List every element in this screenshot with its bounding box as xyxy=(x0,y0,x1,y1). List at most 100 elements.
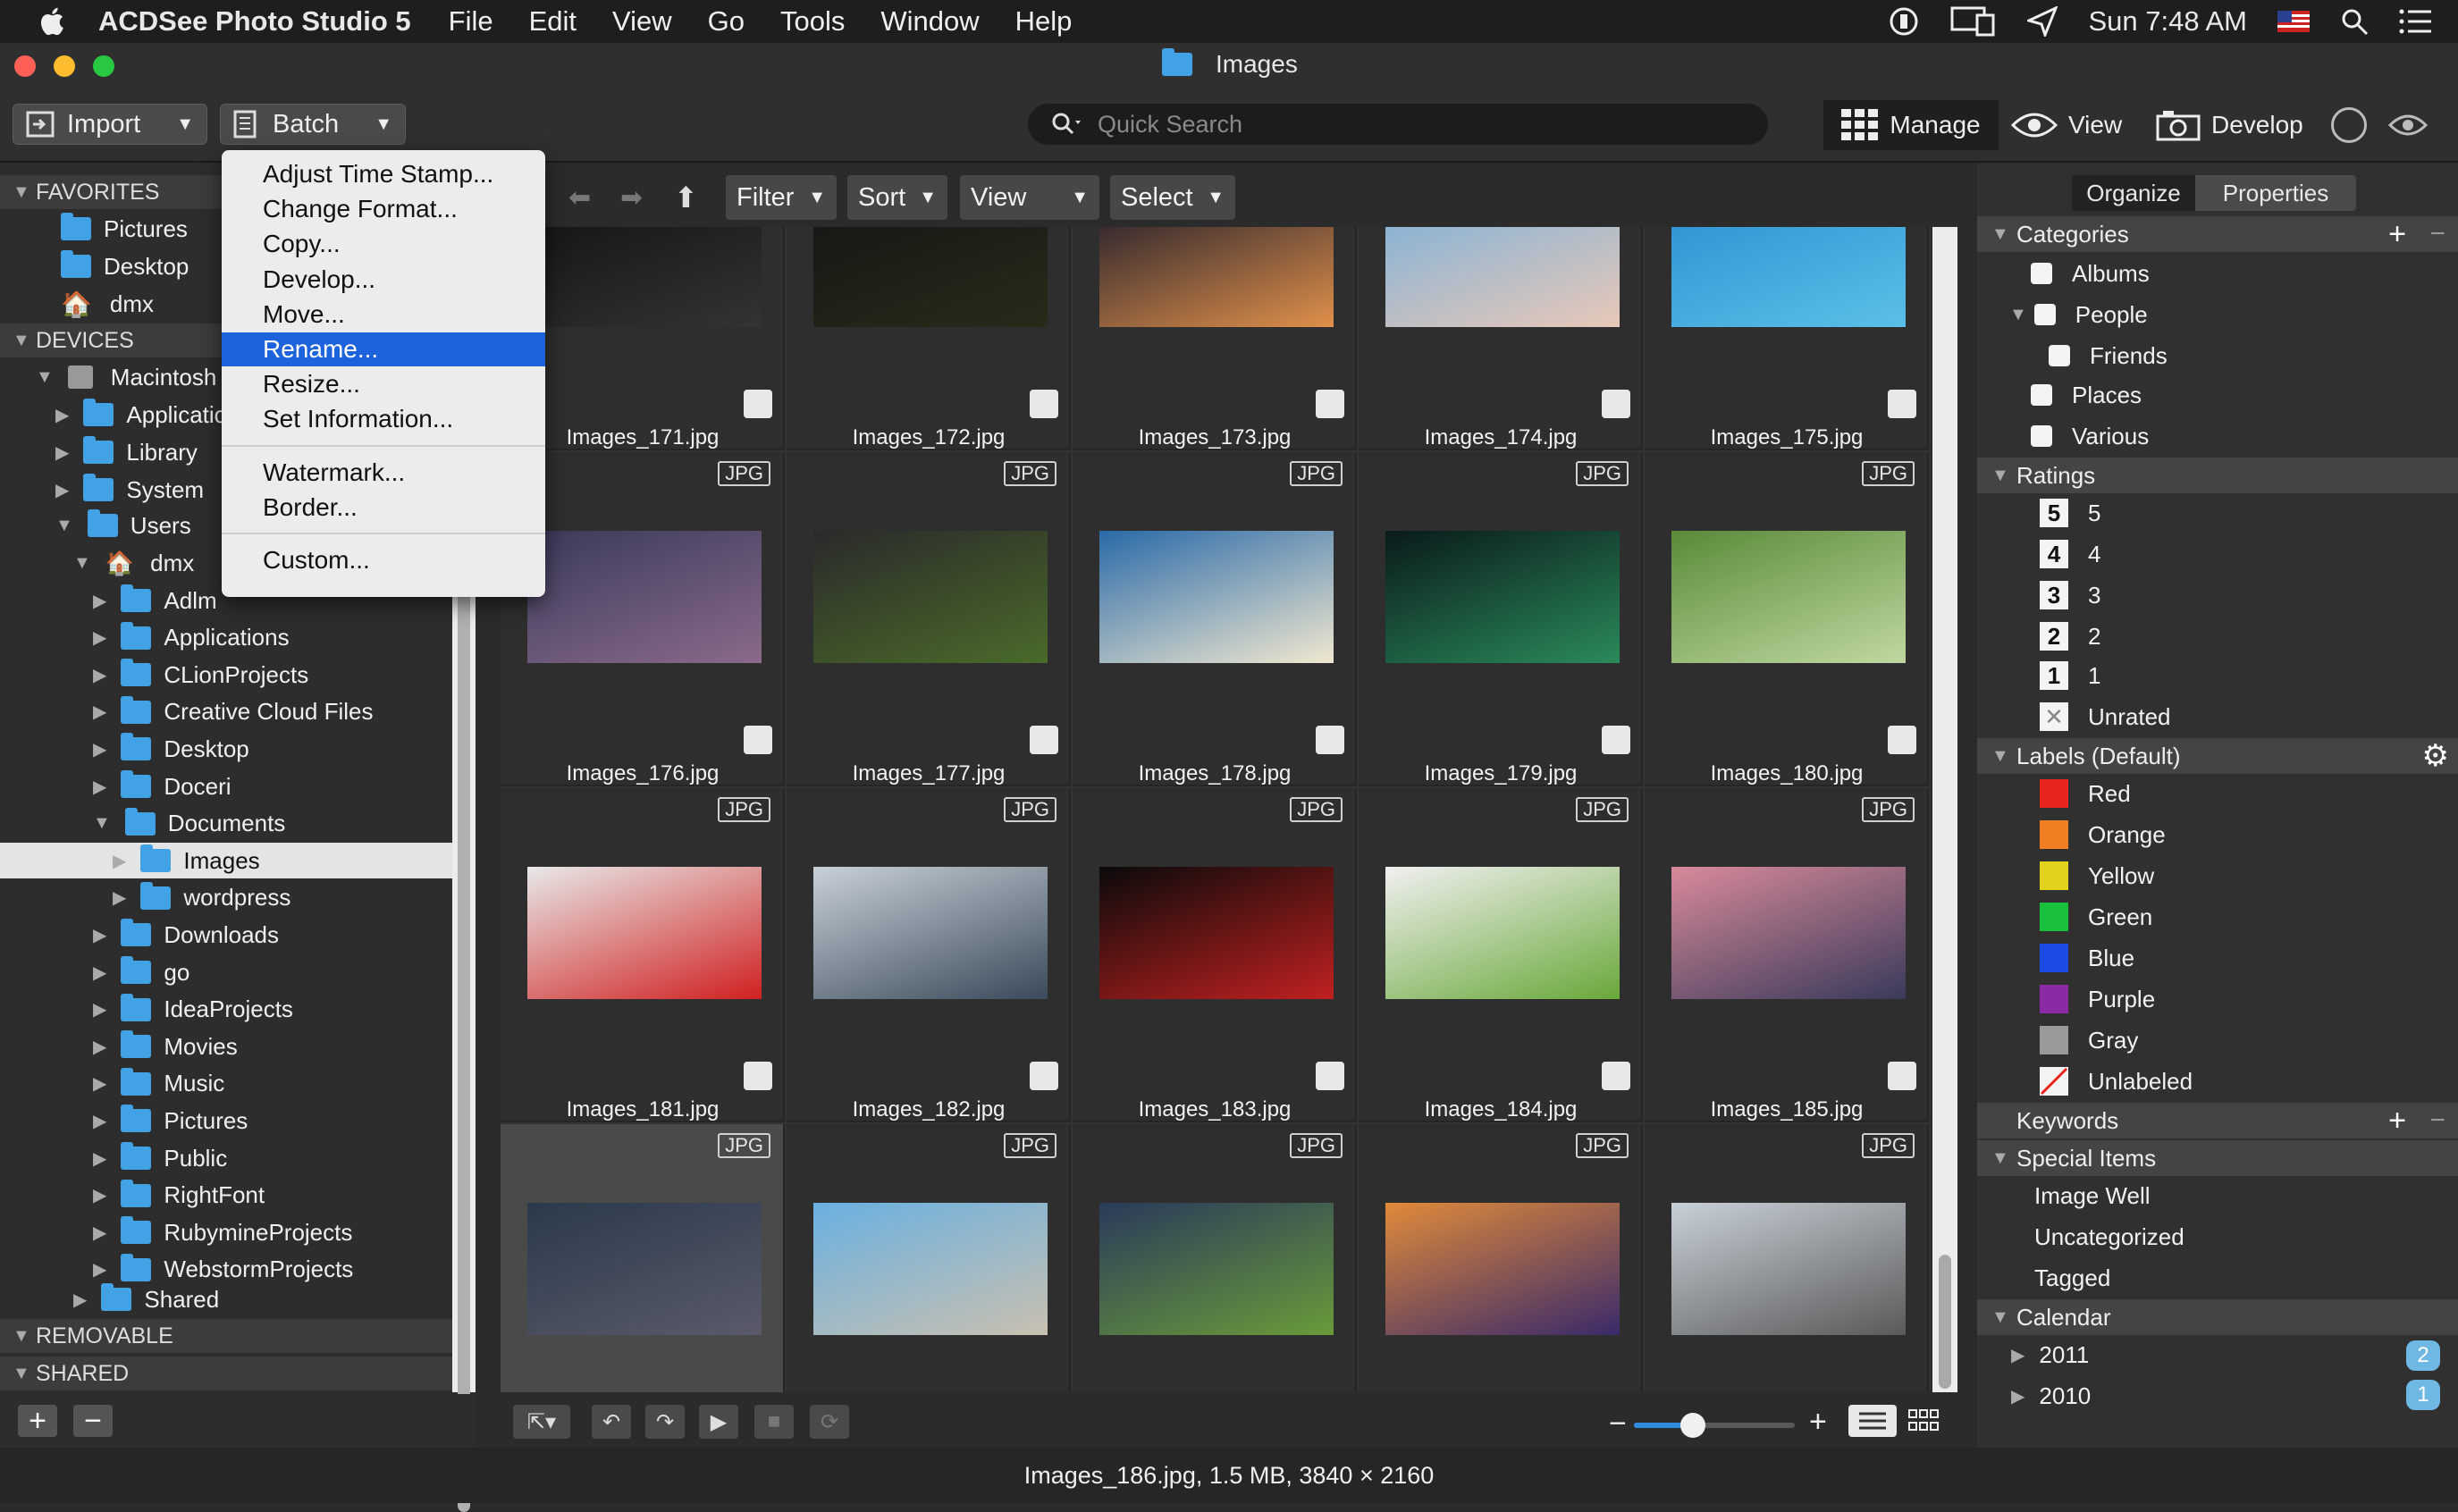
forward-arrow-icon[interactable]: ➡ xyxy=(620,182,643,214)
menu-edit[interactable]: Edit xyxy=(529,5,577,38)
thumbnail-cell[interactable]: JPG Images_181.jpg xyxy=(501,788,785,1122)
sidebar-item-creative-cloud-files[interactable]: ▶ Creative Cloud Files xyxy=(93,694,373,730)
category-places[interactable]: Places xyxy=(2031,375,2142,415)
dashboard-eye-icon[interactable] xyxy=(2387,107,2429,143)
select-checkbox[interactable] xyxy=(1888,1062,1916,1090)
select-checkbox[interactable] xyxy=(744,1062,772,1090)
thumbnail-image[interactable] xyxy=(527,227,762,327)
select-checkbox[interactable] xyxy=(1316,1062,1344,1090)
apple-icon[interactable] xyxy=(38,5,70,38)
chevron-right-icon[interactable]: ▶ xyxy=(113,886,126,909)
select-checkbox[interactable] xyxy=(1888,726,1916,754)
thumbnail-cell[interactable]: JPG Images_185.jpg xyxy=(1645,788,1929,1122)
thumbnail-cell[interactable]: JPG Images_178.jpg xyxy=(1073,452,1357,786)
categories-header[interactable]: ▼ Categories + − xyxy=(1977,216,2458,252)
search-input[interactable] xyxy=(1096,109,1725,139)
label-orange[interactable]: Orange xyxy=(2040,815,2166,854)
sidebar-item-clionprojects[interactable]: ▶ CLionProjects xyxy=(93,657,308,693)
ratings-header[interactable]: ▼ Ratings xyxy=(1977,458,2458,493)
special-image-well[interactable]: Image Well xyxy=(2034,1176,2151,1215)
special-tagged[interactable]: Tagged xyxy=(2034,1258,2110,1298)
rating-3[interactable]: 33 xyxy=(2040,575,2100,615)
thumbnail-cell[interactable]: JPG Images_177.jpg xyxy=(787,452,1071,786)
thumbnail-image[interactable] xyxy=(1385,531,1620,663)
back-arrow-icon[interactable]: ⬅ xyxy=(568,182,591,214)
chevron-right-icon[interactable]: ▶ xyxy=(93,590,106,612)
sidebar-item-shared[interactable]: ▶ Shared xyxy=(73,1281,219,1317)
sidebar-item-macintosh[interactable]: ▼ Macintosh H xyxy=(36,359,240,395)
develop-mode-button[interactable]: Develop xyxy=(2156,100,2303,150)
zoom-in-icon[interactable]: + xyxy=(1809,1405,1827,1440)
checkbox[interactable] xyxy=(2031,263,2052,284)
compare-icon[interactable]: ■ xyxy=(754,1405,794,1439)
rating-5[interactable]: 55 xyxy=(2040,493,2100,533)
sidebar-item-user-dmx[interactable]: ▼ 🏠 dmx xyxy=(73,545,194,581)
app-menu[interactable]: ACDSee Photo Studio 5 xyxy=(98,5,411,38)
select-button[interactable]: Select ▼ xyxy=(1110,175,1235,220)
thumbnail-cell[interactable]: JPG Images_180.jpg xyxy=(1645,452,1929,786)
thumbnail-image[interactable] xyxy=(1671,227,1906,327)
chevron-right-icon[interactable]: ▶ xyxy=(93,738,106,760)
menu-window[interactable]: Window xyxy=(880,5,979,38)
category-albums[interactable]: Albums xyxy=(2031,254,2150,293)
shared-header[interactable]: ▼ SHARED xyxy=(0,1357,452,1390)
rating-4[interactable]: 44 xyxy=(2040,534,2100,574)
sidebar-item-downloads-0[interactable]: ▶ Downloads xyxy=(93,917,279,953)
thumbnail-cell[interactable]: JPG Images_184.jpg xyxy=(1359,788,1643,1122)
flag-icon[interactable] xyxy=(2277,11,2310,32)
365-icon[interactable] xyxy=(2331,107,2367,143)
label-gray[interactable]: Gray xyxy=(2040,1021,2138,1060)
sidebar-item-library[interactable]: ▶ Library xyxy=(55,434,198,470)
batch-menu-item-border[interactable]: Border... xyxy=(222,491,545,525)
filter-button[interactable]: Filter ▼ xyxy=(726,175,837,220)
thumbnail-image[interactable] xyxy=(1099,1203,1334,1335)
thumbnail-cell[interactable]: Images_175.jpg xyxy=(1645,227,1929,450)
sidebar-item-users[interactable]: ▼ Users xyxy=(55,508,191,543)
scrollbar-thumb[interactable] xyxy=(458,592,470,1512)
chevron-right-icon[interactable]: ▶ xyxy=(93,1222,106,1244)
thumbnail-cell[interactable]: JPGImages_187.jpg xyxy=(787,1124,1071,1392)
thumbnail-image[interactable] xyxy=(1385,867,1620,999)
remove-category-button[interactable]: − xyxy=(2429,219,2445,249)
import-button[interactable]: Import ▼ xyxy=(13,104,207,145)
sidebar-item-rubymineprojects-8[interactable]: ▶ RubymineProjects xyxy=(93,1214,352,1250)
sidebar-item-doceri[interactable]: ▶ Doceri xyxy=(93,769,231,804)
notification-list-icon[interactable] xyxy=(2399,8,2431,35)
thumbnail-image[interactable] xyxy=(813,531,1048,663)
thumbnail-image[interactable] xyxy=(813,867,1048,999)
menu-file[interactable]: File xyxy=(449,5,493,38)
menu-view[interactable]: View xyxy=(612,5,672,38)
label-red[interactable]: Red xyxy=(2040,774,2131,813)
sidebar-item-go-1[interactable]: ▶ go xyxy=(93,954,189,990)
thumbnail-image[interactable] xyxy=(1671,1203,1906,1335)
rating-2[interactable]: 22 xyxy=(2040,617,2100,656)
thumbnail-image[interactable] xyxy=(1385,1203,1620,1335)
slider-handle[interactable] xyxy=(1680,1413,1705,1438)
label-blue[interactable]: Blue xyxy=(2040,938,2134,978)
checkbox[interactable] xyxy=(2031,384,2052,406)
rotate-left-icon[interactable]: ↶ xyxy=(592,1405,631,1439)
thumbnail-image[interactable] xyxy=(813,1203,1048,1335)
calendar-year-2011[interactable]: ▶ 2011 xyxy=(2011,1335,2089,1374)
thumbnail-image[interactable] xyxy=(527,867,762,999)
send-icon[interactable] xyxy=(2027,6,2058,37)
select-checkbox[interactable] xyxy=(1030,1062,1058,1090)
add-folder-button[interactable]: + xyxy=(18,1404,57,1438)
batch-menu-item-watermark[interactable]: Watermark... xyxy=(222,456,545,490)
sidebar-item-rightfont-7[interactable]: ▶ RightFont xyxy=(93,1178,265,1214)
chevron-down-icon[interactable]: ▼ xyxy=(93,813,111,834)
chevron-right-icon[interactable]: ▶ xyxy=(93,1110,106,1132)
view-mode-button[interactable]: View xyxy=(2011,100,2122,150)
batch-button[interactable]: Batch ▼ xyxy=(220,104,406,145)
batch-menu-item-resize[interactable]: Resize... xyxy=(222,367,545,401)
display-icon[interactable] xyxy=(1950,6,1997,37)
remove-folder-button[interactable]: − xyxy=(73,1404,113,1438)
sidebar-item-desktop[interactable]: ▶ Desktop xyxy=(93,731,249,767)
thumbnail-image[interactable] xyxy=(1671,867,1906,999)
select-checkbox[interactable] xyxy=(1602,1062,1630,1090)
chevron-right-icon[interactable]: ▶ xyxy=(93,962,106,984)
tab-organize[interactable]: Organize xyxy=(2072,175,2195,211)
thumbnail-cell[interactable]: JPGImages_190.jpg xyxy=(1645,1124,1929,1392)
select-checkbox[interactable] xyxy=(1030,390,1058,418)
batch-menu-item-set-information[interactable]: Set Information... xyxy=(222,402,545,436)
